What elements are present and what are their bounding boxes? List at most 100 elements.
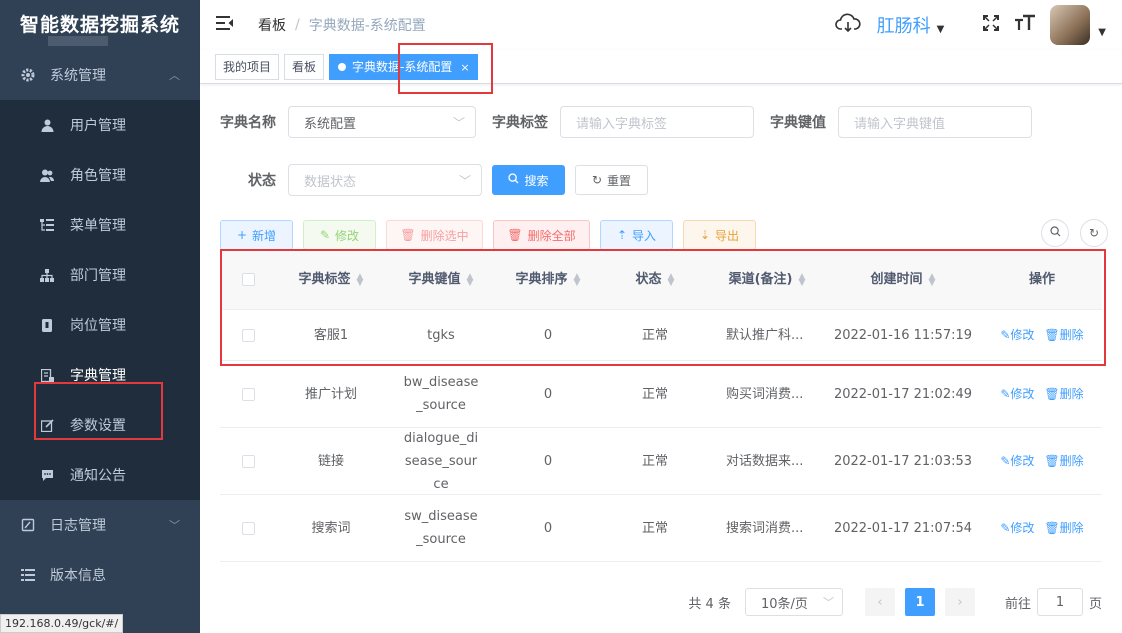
refresh-table-button[interactable]: ↻ bbox=[1080, 219, 1108, 247]
sidebar-item-label: 岗位管理 bbox=[70, 318, 126, 334]
delete-all-label: 删除全部 bbox=[527, 228, 576, 243]
fullscreen-icon[interactable] bbox=[982, 14, 1000, 37]
row-delete-link[interactable]: 🗑删除 bbox=[1044, 328, 1083, 342]
column-header[interactable]: 状态 ▲ ▼ bbox=[600, 268, 710, 291]
edit-icon bbox=[40, 418, 54, 432]
cell-operations: ✎修改 🗑删除 bbox=[982, 383, 1102, 406]
row-delete-link[interactable]: 🗑删除 bbox=[1044, 387, 1083, 401]
reset-button[interactable]: ↻ 重置 bbox=[575, 165, 648, 195]
department-name: 肛肠科 bbox=[876, 16, 931, 37]
sort-icon[interactable]: ▲ ▼ bbox=[467, 272, 474, 287]
table-row[interactable]: 推广计划 bw_disease_source 0 正常 购买词消费... 2022-01-… bbox=[220, 361, 1102, 428]
row-checkbox[interactable] bbox=[241, 328, 255, 342]
import-button[interactable]: ⇡ 导入 bbox=[600, 220, 673, 250]
hamburger-icon[interactable] bbox=[216, 15, 238, 36]
status-select[interactable]: 数据状态 ﹀ bbox=[288, 164, 482, 196]
row-edit-link[interactable]: ✎修改 bbox=[1000, 521, 1034, 535]
cell-label: 搜索词 bbox=[311, 520, 351, 536]
table-row[interactable]: 搜索词 sw_disease_source 0 正常 搜索词消费... 2022-01-1… bbox=[220, 495, 1102, 562]
row-edit-link[interactable]: ✎修改 bbox=[1000, 387, 1034, 401]
page-number-current[interactable]: 1 bbox=[904, 588, 935, 616]
menu-group-version[interactable]: 版本信息 bbox=[0, 550, 200, 600]
sidebar-item[interactable]: 参数设置 bbox=[0, 400, 200, 450]
prev-page-button[interactable]: ‹ bbox=[864, 588, 895, 616]
tags-view: 我的项目 看板 字典数据-系统配置 × bbox=[200, 50, 1122, 84]
page-size-select[interactable]: 10条/页 ﹀ bbox=[744, 588, 843, 616]
sidebar-item[interactable]: 菜单管理 bbox=[0, 200, 200, 250]
department-select[interactable]: 肛肠科 ▼ bbox=[877, 12, 945, 38]
tag-active-label: 字典数据-系统配置 bbox=[352, 59, 453, 74]
cell-operations: ✎修改 🗑删除 bbox=[982, 517, 1102, 540]
avatar[interactable] bbox=[1050, 5, 1091, 45]
row-delete-link[interactable]: 🗑删除 bbox=[1044, 521, 1083, 535]
sort-icon[interactable]: ▲ ▼ bbox=[574, 272, 581, 287]
column-header[interactable]: 字典键值 ▲ ▼ bbox=[386, 268, 496, 291]
tree-table-icon bbox=[40, 219, 54, 231]
tag-dashboard[interactable]: 看板 bbox=[284, 53, 325, 80]
dict-name-select[interactable]: 系统配置 ﹀ bbox=[288, 106, 476, 138]
avatar-caret-icon[interactable]: ▼ bbox=[1098, 27, 1106, 38]
edit-button[interactable]: ✎ 修改 bbox=[303, 220, 376, 250]
edit-icon: ✎ bbox=[319, 228, 331, 242]
delete-all-button[interactable]: 🗑 删除全部 bbox=[493, 220, 590, 250]
dict-value-input[interactable]: 请输入字典键值 bbox=[838, 106, 1032, 138]
tag-my-project[interactable]: 我的项目 bbox=[215, 53, 280, 80]
menu-group-system[interactable]: 系统管理 ︿ bbox=[0, 50, 200, 100]
add-button[interactable]: + 新增 bbox=[220, 220, 293, 250]
toolbar: + 新增 ✎ 修改 🗑 删除选中 🗑 删除全部 ⇡ 导入 ⇣ 导出 bbox=[220, 220, 756, 250]
search-button[interactable]: 搜索 bbox=[492, 165, 565, 195]
goto-prefix: 前往 bbox=[1004, 596, 1031, 612]
plus-icon: + bbox=[236, 228, 248, 242]
search-button-label: 搜索 bbox=[524, 173, 549, 188]
sort-icon[interactable]: ▲ ▼ bbox=[357, 272, 364, 287]
dict-label-label: 字典标签 bbox=[492, 115, 548, 131]
tag-active[interactable]: 字典数据-系统配置 × bbox=[329, 53, 478, 80]
sort-icon[interactable]: ▲ ▼ bbox=[798, 272, 805, 287]
log-icon bbox=[20, 518, 36, 532]
table-row[interactable]: 客服1 tgks 0 正常 默认推广科... 2022-01-16 11:57:19 ✎修改… bbox=[220, 310, 1102, 361]
sidebar-item[interactable]: 角色管理 bbox=[0, 150, 200, 200]
row-checkbox[interactable] bbox=[241, 387, 255, 401]
row-delete-link[interactable]: 🗑删除 bbox=[1044, 454, 1083, 468]
select-all-checkbox[interactable] bbox=[241, 273, 255, 286]
toggle-search-button[interactable] bbox=[1041, 219, 1069, 247]
row-delete-label: 删除 bbox=[1059, 386, 1084, 401]
delete-selected-button[interactable]: 🗑 删除选中 bbox=[386, 220, 483, 250]
cell-status: 正常 bbox=[641, 453, 668, 469]
column-header[interactable]: 字典标签 ▲ ▼ bbox=[276, 268, 386, 291]
edit-button-label: 修改 bbox=[335, 228, 360, 243]
cloud-download-icon[interactable] bbox=[834, 13, 861, 38]
sidebar-item[interactable]: 部门管理 bbox=[0, 250, 200, 300]
dict-label-input[interactable]: 请输入字典标签 bbox=[560, 106, 754, 138]
column-header-label: 操作 bbox=[1028, 272, 1055, 287]
sidebar-item[interactable]: 用户管理 bbox=[0, 100, 200, 150]
row-checkbox[interactable] bbox=[241, 521, 255, 535]
next-page-button[interactable]: › bbox=[944, 588, 975, 616]
sidebar-item[interactable]: 岗位管理 bbox=[0, 300, 200, 350]
sidebar-item[interactable]: 通知公告 bbox=[0, 450, 200, 500]
column-header[interactable]: 渠道(备注) ▲ ▼ bbox=[710, 268, 824, 291]
chevron-right-icon: › bbox=[957, 594, 963, 610]
cell-sort: 0 bbox=[543, 453, 553, 469]
breadcrumb-home[interactable]: 看板 bbox=[258, 15, 286, 35]
table-row[interactable]: 链接 dialogue_disease_source 0 正常 对话数据来... 2022… bbox=[220, 428, 1102, 495]
chevron-down-icon: ﹀ bbox=[458, 173, 471, 188]
row-checkbox[interactable] bbox=[241, 454, 255, 468]
font-size-icon[interactable] bbox=[1014, 14, 1036, 37]
menu-group-log[interactable]: 日志管理 ﹀ bbox=[0, 500, 200, 550]
export-button[interactable]: ⇣ 导出 bbox=[683, 220, 756, 250]
column-header: 操作 bbox=[982, 268, 1102, 291]
column-header[interactable]: 创建时间 ▲ ▼ bbox=[824, 268, 982, 291]
header-checkbox-cell bbox=[220, 268, 276, 291]
trash-icon: 🗑 bbox=[1044, 327, 1060, 342]
column-header[interactable]: 字典排序 ▲ ▼ bbox=[496, 268, 600, 291]
row-edit-link[interactable]: ✎修改 bbox=[1000, 328, 1034, 342]
sort-icon[interactable]: ▲ ▼ bbox=[668, 272, 675, 287]
sidebar-item[interactable]: 字典管理 bbox=[0, 350, 200, 400]
row-edit-link[interactable]: ✎修改 bbox=[1000, 454, 1034, 468]
goto-page-input[interactable]: 1 bbox=[1036, 588, 1083, 616]
sort-icon[interactable]: ▲ ▼ bbox=[929, 272, 936, 287]
close-icon[interactable]: × bbox=[460, 61, 469, 74]
cell-sort: 0 bbox=[543, 520, 553, 536]
sidebar-item-label: 用户管理 bbox=[70, 118, 126, 134]
